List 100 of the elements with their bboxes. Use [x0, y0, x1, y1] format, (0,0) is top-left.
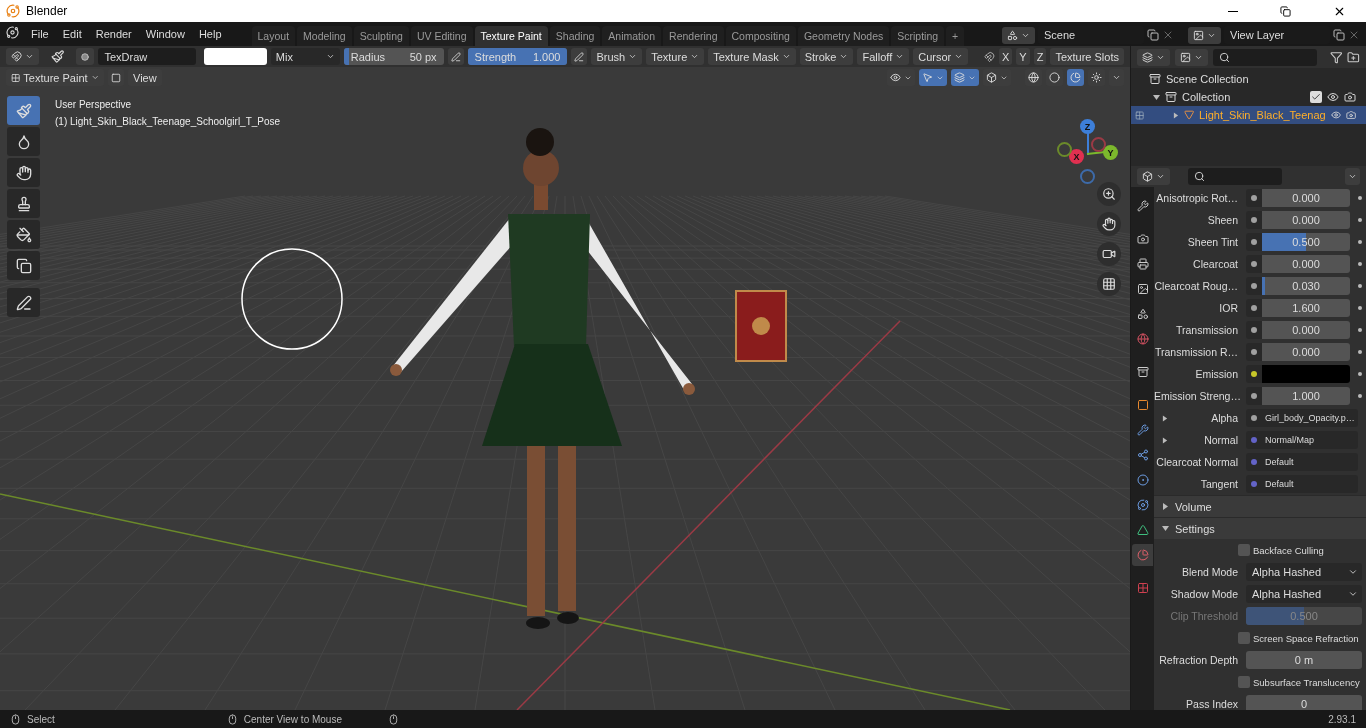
link-field[interactable]: Default — [1262, 475, 1358, 493]
texture-slots-button[interactable]: Texture Slots — [1050, 48, 1124, 65]
expand-caret-icon[interactable] — [1172, 111, 1179, 119]
number-field[interactable]: 0 m — [1246, 651, 1362, 669]
workspace-tab[interactable]: Rendering — [663, 26, 724, 46]
workspace-tab[interactable]: Sculpting — [353, 26, 409, 46]
socket-dot[interactable] — [1251, 217, 1257, 223]
include-checkbox[interactable] — [1310, 91, 1322, 103]
brush-tool[interactable] — [7, 96, 40, 125]
socket-dot[interactable] — [1251, 393, 1257, 399]
zoom-button[interactable] — [1097, 182, 1121, 206]
pressure-button[interactable] — [571, 48, 588, 65]
menu-item[interactable]: Window — [139, 28, 191, 46]
pan-button[interactable] — [1097, 212, 1121, 236]
socket-dot[interactable] — [1251, 239, 1257, 245]
camera-icon[interactable] — [1345, 109, 1356, 121]
menu-item[interactable]: Edit — [56, 28, 88, 46]
socket-dot[interactable] — [1251, 261, 1257, 267]
camera-icon[interactable] — [1344, 91, 1356, 103]
grid-view-button[interactable] — [1097, 272, 1121, 296]
blender-logo-icon[interactable] — [6, 26, 19, 39]
number-field[interactable]: 0 — [1246, 695, 1362, 710]
number-field[interactable]: 1.600 — [1262, 299, 1350, 317]
eye-icon[interactable] — [1327, 91, 1339, 103]
keyframe-dot[interactable] — [1358, 328, 1362, 332]
header-menu-button[interactable]: Texture — [646, 48, 705, 65]
keyframe-dot[interactable] — [1358, 394, 1362, 398]
add-workspace-button[interactable]: + — [946, 26, 965, 46]
workspace-tab[interactable]: Animation — [602, 26, 662, 46]
scene-selector-button[interactable] — [1002, 26, 1035, 44]
socket-dot[interactable] — [1251, 459, 1257, 465]
display-mode-button[interactable] — [1175, 48, 1208, 66]
workspace-tab[interactable]: Geometry Nodes — [797, 26, 890, 46]
panel-header[interactable]: Settings — [1154, 517, 1366, 539]
material-sphere-shading-button[interactable] — [1067, 69, 1084, 86]
checkbox[interactable]: Subsurface Translucency — [1238, 676, 1360, 688]
brush-icon[interactable] — [51, 49, 65, 64]
workspace-tab[interactable]: Modeling — [297, 26, 352, 46]
keyframe-dot[interactable] — [1358, 218, 1362, 222]
link-field[interactable]: Default — [1262, 453, 1358, 471]
socket-dot[interactable] — [1251, 437, 1257, 443]
paint-bucket-tool[interactable] — [7, 220, 40, 249]
y-axis-handle[interactable]: Y — [1103, 145, 1118, 160]
blend-dropdown[interactable]: Mix — [270, 48, 340, 65]
dropdown[interactable]: Alpha Hashed — [1246, 585, 1362, 603]
dropdown[interactable]: Alpha Hashed — [1246, 563, 1362, 581]
number-field[interactable]: 1.000 — [1262, 387, 1350, 405]
socket-dot[interactable] — [1251, 195, 1257, 201]
workspace-tab[interactable]: Compositing — [725, 26, 796, 46]
workspace-tab[interactable]: Texture Paint — [474, 26, 548, 46]
keyframe-dot[interactable] — [1358, 350, 1362, 354]
droplet-tool[interactable] — [7, 127, 40, 156]
filter-icon[interactable] — [1329, 50, 1343, 64]
brush-color-swatch[interactable] — [204, 48, 267, 65]
color-field[interactable] — [1262, 365, 1350, 383]
search-field[interactable] — [1213, 48, 1317, 66]
strength-slider[interactable]: Strength 1.000 — [467, 48, 568, 65]
value-slider[interactable]: 0.030 — [1262, 277, 1350, 295]
keyframe-dot[interactable] — [1358, 262, 1362, 266]
axis-toggle[interactable]: Y — [1016, 48, 1030, 65]
z-axis-handle[interactable]: Z — [1080, 119, 1095, 134]
editor-type-button[interactable] — [6, 48, 39, 65]
workspace-tab[interactable]: Shading — [549, 26, 601, 46]
panel-header[interactable]: Volume — [1154, 495, 1366, 517]
collapse-caret-icon[interactable] — [1153, 93, 1160, 101]
new-collection-icon[interactable] — [1347, 50, 1360, 64]
tree-item[interactable]: Scene Collection — [1166, 73, 1356, 85]
minimize-icon[interactable] — [1228, 10, 1238, 12]
keyframe-dot[interactable] — [1358, 196, 1362, 200]
editor-type-button[interactable] — [1137, 168, 1170, 185]
keyframe-dot[interactable] — [1358, 372, 1362, 376]
link-field[interactable]: Girl_body_Opacity.p… — [1262, 409, 1358, 427]
socket-dot[interactable] — [1251, 283, 1257, 289]
tree-item[interactable]: Collection — [1182, 91, 1305, 103]
eye-icon[interactable] — [1330, 109, 1341, 121]
workspace-tab[interactable]: UV Editing — [410, 26, 473, 46]
header-menu-button[interactable]: Cursor — [913, 48, 969, 65]
smudge-tool[interactable] — [7, 158, 40, 187]
menu-item[interactable]: Help — [192, 28, 228, 46]
checkbox[interactable]: Screen Space Refraction — [1238, 632, 1359, 644]
restore-icon[interactable] — [1280, 5, 1291, 17]
axis-toggle[interactable]: X — [999, 48, 1013, 65]
expand-caret-icon[interactable] — [1162, 414, 1168, 422]
number-field[interactable]: 0.000 — [1262, 255, 1350, 273]
x-axis-handle[interactable]: X — [1069, 149, 1084, 164]
negative-axis-handle[interactable] — [1080, 169, 1095, 184]
expand-caret-icon[interactable] — [1162, 436, 1168, 444]
overlay-toggle[interactable] — [951, 69, 979, 86]
pen-tool[interactable] — [7, 288, 40, 317]
gizmo-toggle[interactable] — [919, 69, 947, 86]
header-menu-button[interactable]: Brush — [591, 48, 643, 65]
brush-preview-button[interactable] — [76, 48, 95, 65]
keyframe-dot[interactable] — [1358, 284, 1362, 288]
menu-item[interactable]: File — [25, 28, 55, 46]
socket-dot[interactable] — [1251, 371, 1257, 377]
socket-dot[interactable] — [1251, 349, 1257, 355]
camera-view-button[interactable] — [1097, 242, 1121, 266]
copy-icon[interactable] — [1147, 29, 1159, 41]
menu-item[interactable]: Render — [89, 28, 138, 46]
value-slider[interactable]: 0.500 — [1262, 233, 1350, 251]
